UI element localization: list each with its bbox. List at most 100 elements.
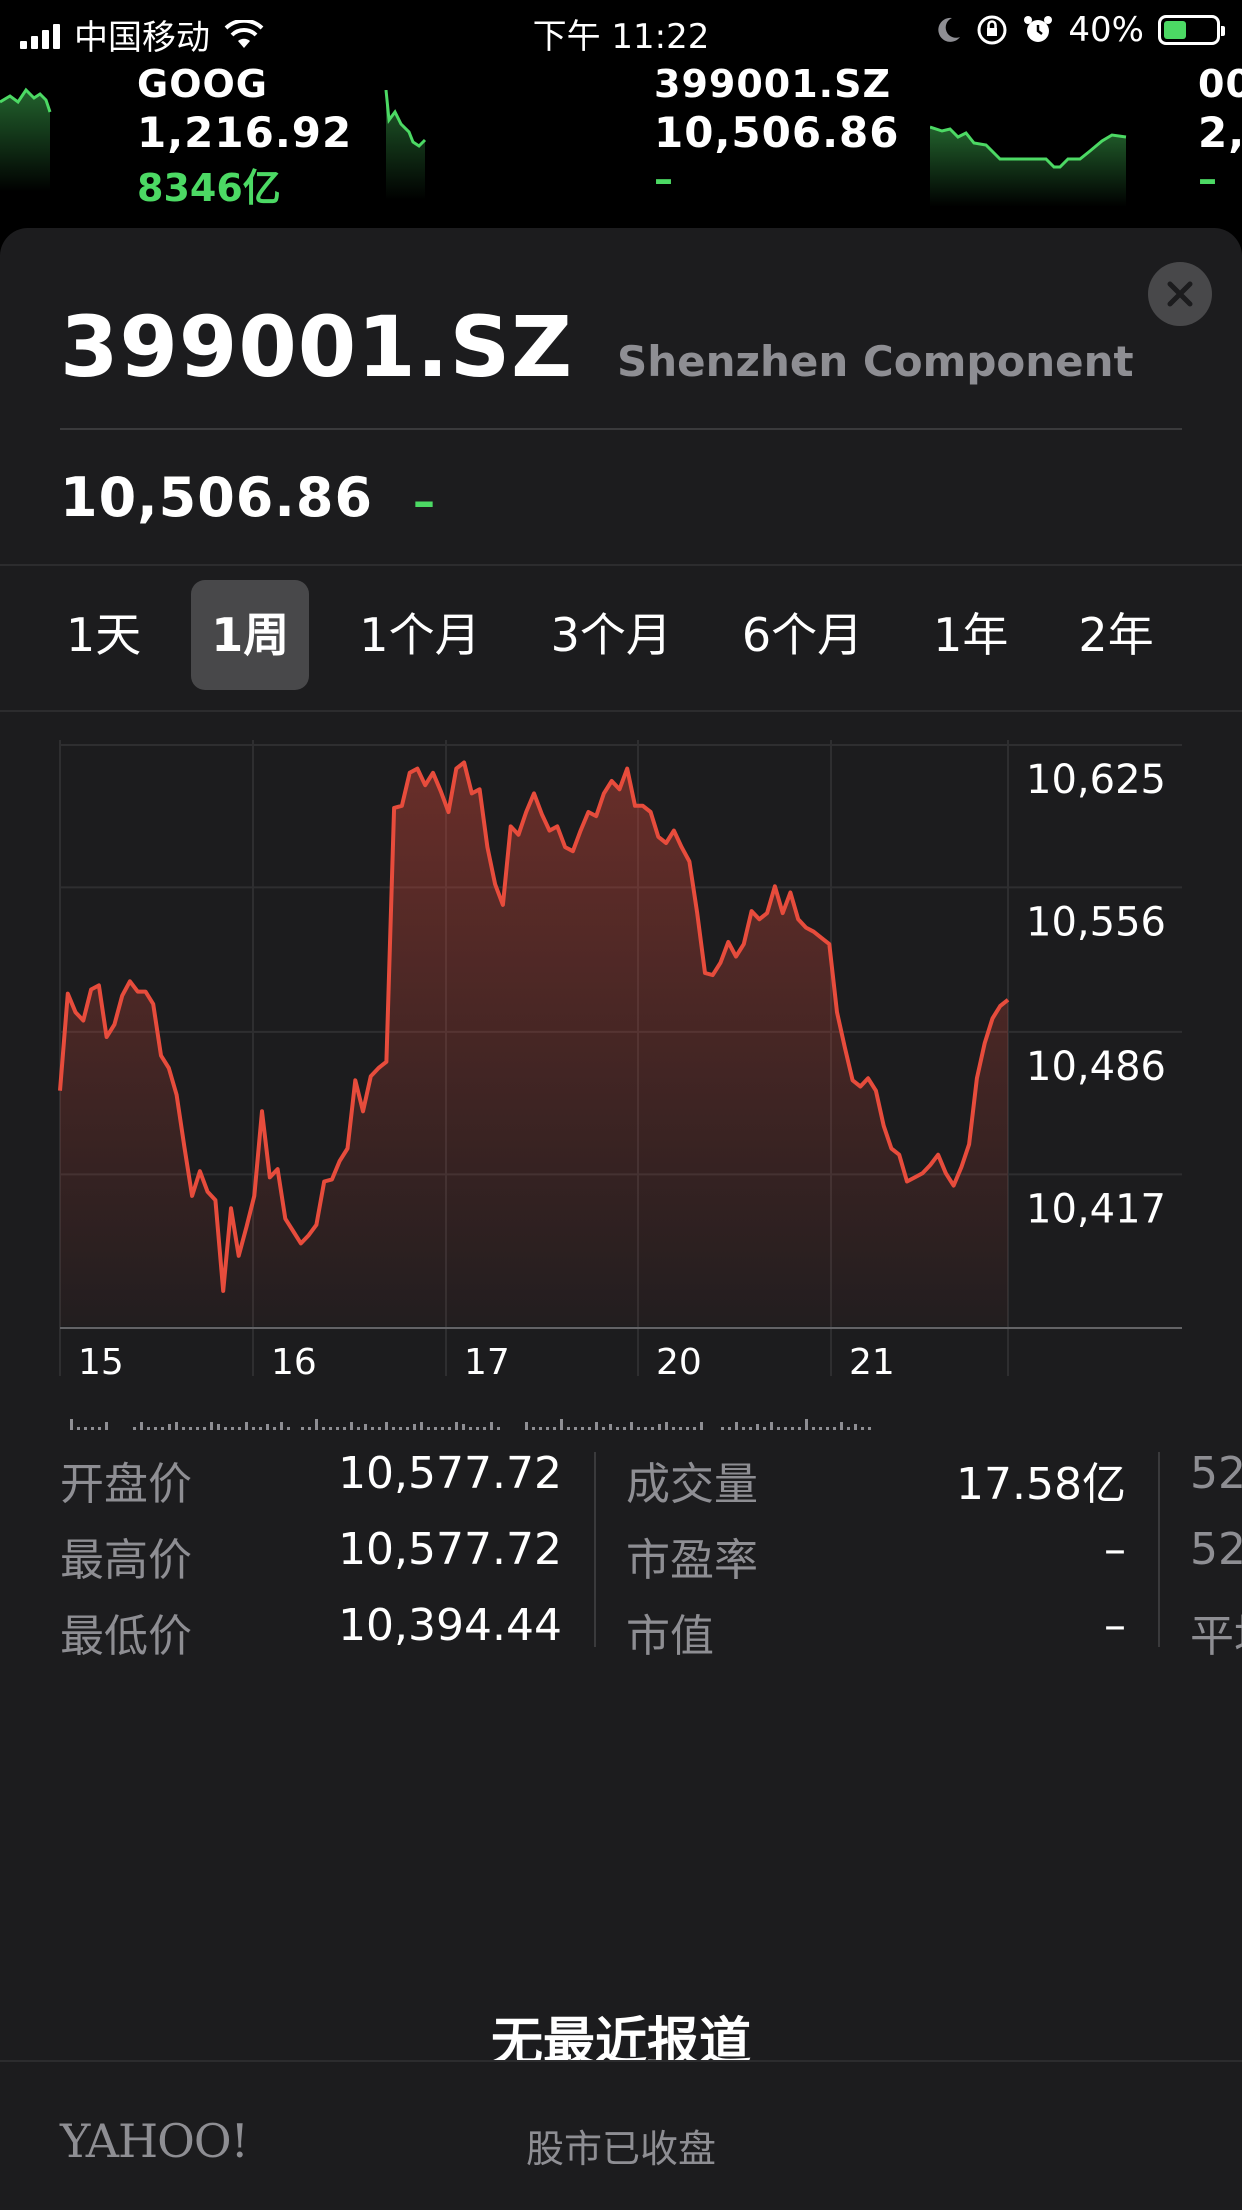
volume-bar — [273, 1427, 276, 1430]
range-tab-1[interactable]: 1周 — [191, 580, 310, 690]
volume-bar — [483, 1427, 486, 1430]
range-tab-0[interactable]: 1天 — [46, 580, 161, 690]
y-tick-label: 10,417 — [1026, 1186, 1166, 1232]
close-button[interactable] — [1148, 262, 1212, 326]
volume-bar — [364, 1424, 367, 1430]
ticker-strip[interactable]: GOOG 1,216.92 8346亿 399001.SZ 10,506.86 … — [0, 62, 1242, 222]
volume-bar — [336, 1427, 339, 1430]
volume-bar — [378, 1427, 381, 1430]
volume-bar — [105, 1422, 108, 1430]
volume-bar — [637, 1427, 640, 1430]
ticker-price: 2, — [1198, 108, 1242, 157]
range-tab-5[interactable]: 1年 — [913, 580, 1028, 690]
stat-row: 52 — [1190, 1524, 1242, 1594]
volume-bar — [476, 1427, 479, 1430]
footer: YAHOO! 股市已收盘 — [0, 2060, 1242, 2210]
y-tick-label: 10,556 — [1026, 899, 1166, 945]
volume-bar — [413, 1424, 416, 1430]
price-row: 10,506.86 – — [60, 466, 435, 529]
ticker-sparkline — [384, 90, 427, 200]
stat-value: 10,577.72 — [338, 1524, 562, 1575]
volume-bar — [448, 1427, 451, 1430]
ticker-item-399001[interactable]: 399001.SZ 10,506.86 – — [654, 62, 899, 201]
x-tick-label: 20 — [656, 1342, 702, 1383]
volume-bar — [238, 1427, 241, 1430]
volume-bar — [539, 1427, 542, 1430]
ticker-item-partial[interactable]: 00 2, – — [1198, 62, 1242, 201]
volume-bar — [322, 1427, 325, 1430]
volume-bar — [700, 1422, 703, 1430]
volume-bar — [560, 1419, 563, 1430]
volume-bar — [840, 1422, 843, 1430]
volume-bar — [308, 1427, 311, 1430]
volume-bar — [609, 1424, 612, 1430]
volume-bar — [168, 1424, 171, 1430]
volume-bar — [644, 1427, 647, 1430]
moon-icon — [938, 17, 961, 42]
x-tick-label: 17 — [464, 1342, 510, 1383]
stat-row: 市盈率 – — [626, 1524, 1126, 1594]
ticker-price: 10,506.86 — [654, 108, 900, 157]
volume-bar — [98, 1427, 101, 1430]
ticker-item-goog[interactable]: GOOG 1,216.92 8346亿 — [137, 62, 352, 212]
divider — [0, 564, 1242, 566]
stat-row: 开盘价 10,577.72 — [60, 1448, 562, 1518]
ticker-price: 1,216.92 — [137, 108, 353, 157]
volume-bar — [721, 1427, 724, 1430]
stats-panel[interactable]: 开盘价 10,577.72 最高价 10,577.72 最低价 10,394.44 成交量… — [0, 1448, 1242, 1668]
stat-label: 52 — [1190, 1524, 1242, 1575]
title-row: 399001.SZ Shenzhen Component — [60, 298, 1134, 396]
stat-row: 市值 – — [626, 1600, 1126, 1670]
price-chart[interactable]: 10,625 10,556 10,486 10,417 15 16 17 20 21 — [0, 712, 1242, 1442]
volume-bar — [749, 1427, 752, 1430]
stat-value: 10,394.44 — [338, 1600, 562, 1651]
column-divider — [1158, 1452, 1160, 1647]
volume-bar — [854, 1424, 857, 1430]
volume-bar — [798, 1427, 801, 1430]
volume-bar — [217, 1424, 220, 1430]
volume-bar — [140, 1422, 143, 1430]
x-tick-label: 15 — [78, 1342, 124, 1383]
volume-bar — [371, 1427, 374, 1430]
volume-bar — [301, 1427, 304, 1430]
stat-label: 成交量 — [626, 1459, 758, 1510]
stock-symbol: 399001.SZ — [60, 298, 573, 396]
ticker-sparkline — [930, 125, 1127, 207]
volume-bar — [672, 1427, 675, 1430]
market-status: 股市已收盘 — [525, 2127, 716, 2171]
range-selector: 1天 1周 1个月 3个月 6个月 1年 2年 — [0, 580, 1242, 690]
volume-bar — [553, 1427, 556, 1430]
volume-bar — [595, 1422, 598, 1430]
battery-icon — [1158, 15, 1225, 45]
volume-bar — [763, 1427, 766, 1430]
volume-bar — [77, 1427, 80, 1430]
stat-label: 最低价 — [60, 1611, 192, 1662]
volume-bar — [357, 1427, 360, 1430]
volume-bar — [581, 1427, 584, 1430]
status-right: 40% — [934, 10, 1225, 50]
ticker-change: – — [1198, 157, 1217, 201]
volume-bar — [623, 1427, 626, 1430]
volume-bar — [385, 1422, 388, 1430]
range-tab-3[interactable]: 3个月 — [531, 580, 692, 690]
volume-bar — [546, 1427, 549, 1430]
close-icon — [1167, 281, 1193, 307]
range-tab-4[interactable]: 6个月 — [722, 580, 883, 690]
volume-bar — [427, 1427, 430, 1430]
range-tab-6[interactable]: 2年 — [1058, 580, 1173, 690]
y-tick-label: 10,625 — [1026, 757, 1166, 803]
volume-bar — [154, 1427, 157, 1430]
volume-bar — [266, 1424, 269, 1430]
volume-bar — [847, 1427, 850, 1430]
ticker-sparkline — [0, 87, 52, 192]
volume-bar — [490, 1422, 493, 1430]
volume-bar — [497, 1427, 500, 1430]
volume-bar — [252, 1427, 255, 1430]
volume-bar — [343, 1427, 346, 1430]
stat-row: 52 — [1190, 1448, 1242, 1518]
volume-bar — [161, 1427, 164, 1430]
volume-bar — [203, 1427, 206, 1430]
stat-row: 平均 — [1190, 1600, 1242, 1670]
range-tab-2[interactable]: 1个月 — [339, 580, 500, 690]
ticker-symbol: 399001.SZ — [654, 62, 891, 106]
